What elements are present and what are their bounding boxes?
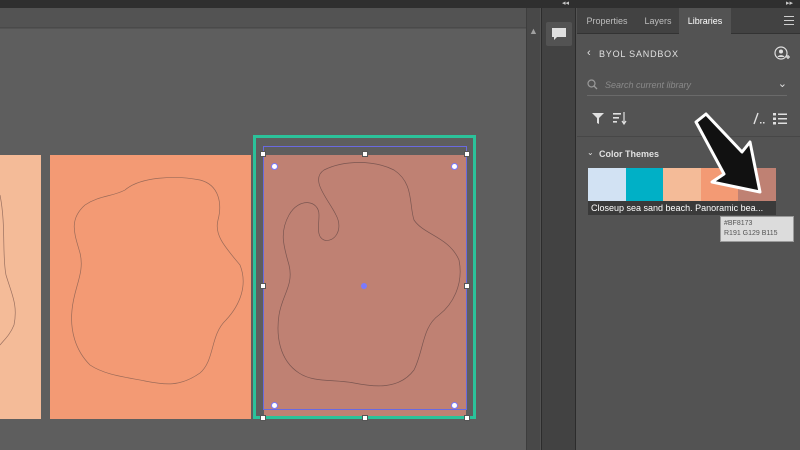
tab-properties[interactable]: Properties <box>577 8 637 34</box>
theme-swatch-2[interactable] <box>625 168 664 201</box>
blob-shape <box>0 155 41 419</box>
search-scope-dropdown-icon[interactable]: ⌄ <box>778 77 787 90</box>
library-name[interactable]: BYOL SANDBOX <box>599 49 679 59</box>
invite-collaborator-icon[interactable] <box>774 46 790 62</box>
resize-handle-bm[interactable] <box>362 415 368 421</box>
artwork-light-peach[interactable] <box>0 155 41 419</box>
resize-handle-tm[interactable] <box>362 151 368 157</box>
tab-libraries[interactable]: Libraries <box>679 8 731 34</box>
libraries-panel: Properties Layers Libraries ‹ BYOL SANDB… <box>577 8 800 450</box>
panel-menu-icon[interactable] <box>784 16 794 28</box>
sort-icon[interactable] <box>613 112 627 125</box>
filter-icon[interactable] <box>592 113 604 124</box>
back-chevron-icon[interactable]: ‹ <box>587 47 591 59</box>
corner-widget-tl[interactable] <box>271 163 278 170</box>
tooltip-hex: #BF8173 <box>724 220 753 227</box>
tab-layers[interactable]: Layers <box>637 8 679 34</box>
bounding-box[interactable] <box>263 146 467 410</box>
artwork-peach[interactable] <box>50 155 251 419</box>
app-window: ◂◂ ▸▸ ▲ Properties Layers Libraries ‹ BY… <box>0 0 800 450</box>
top-strip: ◂◂ ▸▸ <box>0 0 800 8</box>
tooltip-rgb: R191 G129 B115 <box>724 230 778 237</box>
resize-handle-tr[interactable] <box>464 151 470 157</box>
scroll-up-icon[interactable]: ▲ <box>529 26 538 36</box>
panel-tabbar: Properties Layers Libraries <box>577 8 800 34</box>
corner-widget-tr[interactable] <box>451 163 458 170</box>
resize-handle-bl[interactable] <box>260 415 266 421</box>
resize-handle-br[interactable] <box>464 415 470 421</box>
corner-widget-bl[interactable] <box>271 402 278 409</box>
collapsed-panel-strip <box>541 8 576 450</box>
search-input[interactable] <box>605 77 765 93</box>
annotation-arrow-icon <box>694 112 762 194</box>
theme-swatch-1[interactable] <box>588 168 626 201</box>
collapse-panels-right-icon[interactable]: ▸▸ <box>786 0 793 8</box>
speech-bubble-icon <box>552 28 566 40</box>
search-bar: ⌄ <box>587 76 787 96</box>
corner-widget-br[interactable] <box>451 402 458 409</box>
search-icon <box>587 79 598 90</box>
color-theme-name: Closeup sea sand beach. Panoramic bea... <box>588 201 776 215</box>
canvas-top-bar <box>0 8 526 28</box>
resize-handle-ml[interactable] <box>260 283 266 289</box>
center-point[interactable] <box>361 283 367 289</box>
collapse-panels-left-icon[interactable]: ◂◂ <box>562 0 569 8</box>
resize-handle-mr[interactable] <box>464 283 470 289</box>
list-view-icon[interactable] <box>773 112 787 125</box>
resize-handle-tl[interactable] <box>260 151 266 157</box>
section-expand-chevron-icon[interactable]: ⌄ <box>587 148 594 157</box>
library-header: ‹ BYOL SANDBOX <box>577 44 800 64</box>
vertical-scrollbar[interactable]: ▲ <box>526 8 540 450</box>
comments-button[interactable] <box>546 22 572 46</box>
color-tooltip: #BF8173 R191 G129 B115 <box>720 216 794 242</box>
section-label: Color Themes <box>599 149 660 159</box>
blob-shape <box>50 155 251 419</box>
